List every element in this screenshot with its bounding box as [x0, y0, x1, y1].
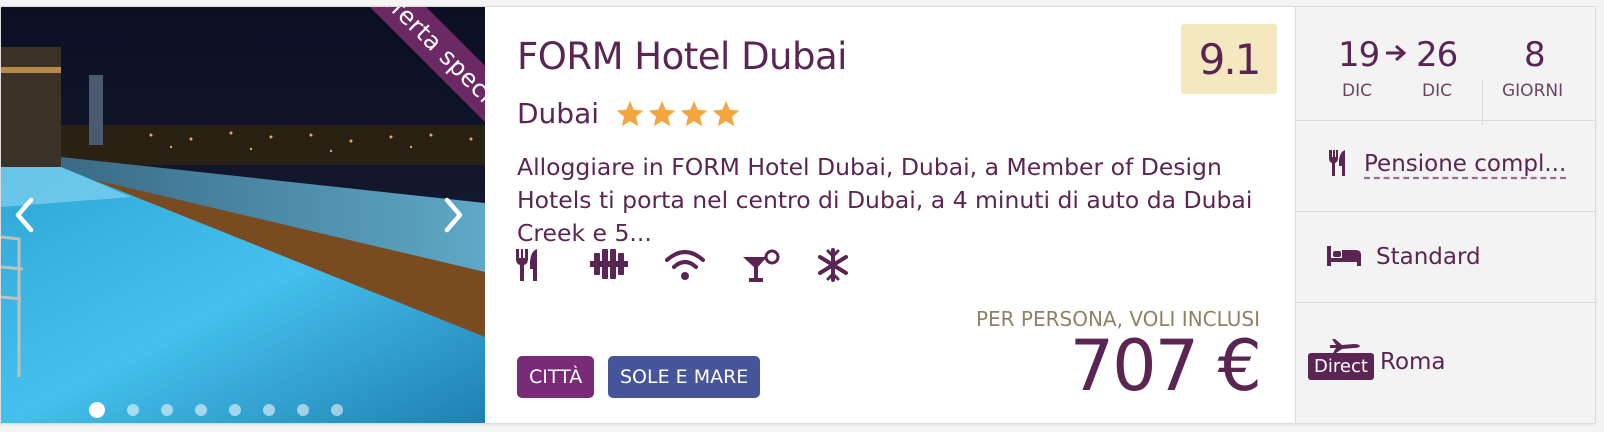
carousel-dot[interactable]	[229, 404, 241, 416]
departure-day: 19	[1338, 35, 1380, 75]
gym-icon[interactable]	[589, 247, 629, 287]
carousel-dot[interactable]	[263, 404, 275, 416]
hotel-photo	[1, 7, 485, 423]
tag-city[interactable]: CITTÀ	[517, 356, 595, 398]
board-row: Pensione compl...	[1296, 121, 1595, 212]
restaurant-icon[interactable]	[513, 247, 553, 287]
departure-month: DIC	[1342, 81, 1372, 101]
star-icon	[712, 100, 740, 126]
trip-details-panel: 19 DIC 26 DIC 8 GIORNI Pensione compl...	[1295, 7, 1595, 423]
trip-days-label: GIORNI	[1502, 81, 1564, 101]
air-conditioning-icon[interactable]	[815, 247, 855, 287]
plane-icon	[1330, 339, 1360, 353]
divider	[1482, 79, 1483, 125]
hotel-name[interactable]: FORM Hotel Dubai	[517, 35, 847, 78]
restaurant-icon	[1329, 150, 1345, 176]
star-icon	[680, 100, 708, 126]
trip-days: 8	[1524, 35, 1546, 75]
arrow-right-icon	[1386, 44, 1407, 62]
hotel-photo-carousel[interactable]: Offerta speciale	[1, 7, 485, 423]
tag-beach[interactable]: SOLE E MARE	[608, 356, 761, 398]
carousel-dot[interactable]	[127, 404, 139, 416]
wifi-icon[interactable]	[665, 247, 705, 287]
carousel-dots	[89, 402, 343, 418]
star-rating	[615, 99, 741, 129]
carousel-dot[interactable]	[331, 404, 343, 416]
star-icon	[616, 100, 644, 126]
carousel-dot[interactable]	[297, 404, 309, 416]
bed-icon	[1327, 246, 1361, 266]
direct-flight-badge: Direct	[1308, 353, 1374, 380]
return-day: 26	[1416, 35, 1458, 75]
room-type: Standard	[1376, 244, 1481, 270]
price-value: 707 €	[1069, 325, 1262, 407]
return-month: DIC	[1422, 81, 1452, 101]
next-photo-button[interactable]	[433, 193, 473, 237]
departure-city: Roma	[1380, 349, 1446, 375]
previous-photo-button[interactable]	[5, 193, 45, 237]
star-icon	[648, 100, 676, 126]
carousel-dot[interactable]	[161, 404, 173, 416]
review-score-badge[interactable]: 9.1	[1181, 24, 1277, 94]
room-row: Standard	[1296, 212, 1595, 303]
hotel-card[interactable]: Offerta speciale FORM Hotel Dubai Dubai	[0, 6, 1596, 424]
hotel-description: Alloggiare in FORM Hotel Dubai, Dubai, a…	[517, 153, 1253, 247]
carousel-dot[interactable]	[89, 402, 105, 418]
flight-row: Direct Roma	[1296, 303, 1595, 423]
board-type-link[interactable]: Pensione compl...	[1364, 151, 1566, 177]
hotel-location-row: Dubai	[517, 97, 741, 130]
bar-icon[interactable]	[741, 247, 781, 287]
trip-dates: 19 DIC 26 DIC 8 GIORNI	[1296, 7, 1595, 125]
chevron-right-icon	[444, 197, 463, 233]
hotel-city: Dubai	[517, 97, 600, 130]
carousel-dot[interactable]	[195, 404, 207, 416]
chevron-left-icon	[15, 197, 34, 233]
